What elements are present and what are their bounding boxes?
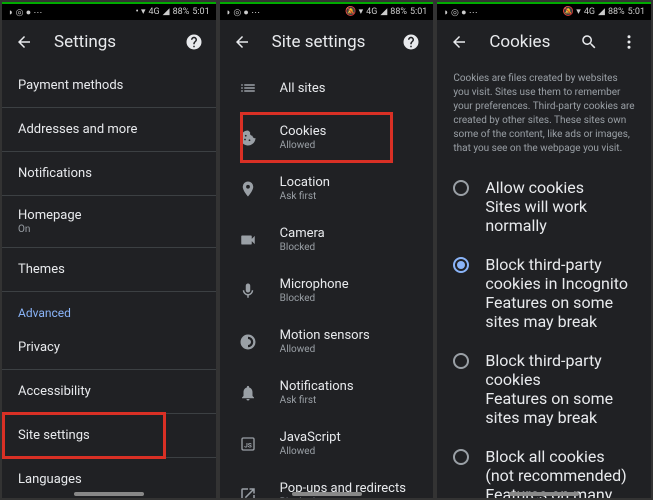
item-sublabel: Allowed [280,140,327,151]
status-bar: ◗ ◎ ● ⋯ • ▾ 4G ◢ 88% 5:01 [2,2,216,20]
page-title: Site settings [272,32,382,52]
motion-icon [236,330,260,354]
item-sublabel: Blocked [280,242,325,253]
cookie-option[interactable]: Block third-party cookies in IncognitoFe… [437,245,651,341]
list-item[interactable]: HomepageOn [2,196,216,248]
help-icon[interactable] [401,32,421,52]
item-label: Location [280,175,330,190]
cookie-option[interactable]: Block third-party cookiesFeatures on som… [437,341,651,437]
radio-button[interactable] [453,257,469,273]
advanced-label: Advanced [2,292,216,326]
list-item[interactable]: Notifications [2,152,216,196]
cookie-icon [236,126,260,150]
settings-list: Payment methods Addresses and more Notific… [2,64,216,498]
more-icon[interactable] [619,32,639,52]
search-icon[interactable] [579,32,599,52]
help-icon[interactable] [184,32,204,52]
list-item[interactable]: Themes [2,248,216,292]
back-icon[interactable] [232,32,252,52]
option-label: Block third-party cookies [485,351,635,389]
bell-icon [236,381,260,405]
item-label: Motion sensors [280,328,370,343]
item-label: Notifications [18,166,92,181]
item-label: Themes [18,262,65,277]
option-label: Allow cookies [485,178,635,197]
item-label: Privacy [18,340,60,355]
site-settings-screen: ◗ ◎ ● ⋯ 🔕 ▾ 4G ◢ 88% 5:01 Site settings … [220,2,434,498]
site-setting-item[interactable]: LocationAsk first [220,163,434,214]
item-label: Accessibility [18,384,91,399]
site-setting-item[interactable]: Motion sensorsAllowed [220,316,434,367]
radio-button[interactable] [453,180,469,196]
item-sublabel: On [18,224,82,235]
item-label: All sites [280,81,326,96]
item-label: Microphone [280,277,349,292]
camera-icon [236,228,260,252]
cookies-description: Cookies are files created by websites yo… [437,64,651,168]
site-setting-item[interactable]: CookiesAllowed [220,112,434,163]
option-sublabel: Sites will work normally [485,197,635,235]
mic-icon [236,279,260,303]
site-setting-item[interactable]: NotificationsAsk first [220,367,434,418]
cookie-option[interactable]: Block all cookies (not recommended)Featu… [437,437,651,498]
option-sublabel: Features on some sites may break [485,389,635,427]
header: Settings [2,20,216,64]
item-label: Camera [280,226,325,241]
list-item[interactable]: Accessibility [2,370,216,414]
item-sublabel: Allowed [280,446,341,457]
header: Cookies [437,20,651,64]
site-settings-list: All sitesCookiesAllowedLocationAsk first… [220,64,434,498]
header: Site settings [220,20,434,64]
item-label: Homepage [18,208,82,223]
list-icon [236,76,260,100]
item-label: Cookies [280,124,327,139]
cookies-screen: ◗ ◎ ● ⋯ 🔕 ▾ 4G ◢ 88% 5:01 Cookies Cookie… [437,2,651,498]
item-label: Site settings [18,428,90,443]
cookies-options: Allow cookiesSites will work normallyBlo… [437,168,651,498]
site-setting-item[interactable]: All sites [220,64,434,112]
list-item[interactable]: Site settings [2,414,216,458]
nav-pill [292,492,362,496]
svg-text:JS: JS [244,441,252,449]
settings-screen: ◗ ◎ ● ⋯ • ▾ 4G ◢ 88% 5:01 Settings Payme… [2,2,216,498]
page-title: Cookies [489,32,559,52]
popup-icon [236,483,260,499]
option-label: Block third-party cookies in Incognito [485,255,635,293]
item-label: Languages [18,472,82,487]
nav-pill [74,492,144,496]
site-setting-item[interactable]: CameraBlocked [220,214,434,265]
item-sublabel: Blocked [280,293,349,304]
back-icon[interactable] [449,32,469,52]
radio-button[interactable] [453,353,469,369]
list-item[interactable]: Payment methods [2,64,216,108]
option-label: Block all cookies (not recommended) [485,447,635,485]
site-setting-item[interactable]: MicrophoneBlocked [220,265,434,316]
item-sublabel: Ask first [280,191,330,202]
item-sublabel: Blocked [280,497,406,498]
list-item[interactable]: Addresses and more [2,108,216,152]
back-icon[interactable] [14,32,34,52]
option-sublabel: Features on some sites may break [485,293,635,331]
item-label: JavaScript [280,430,341,445]
status-bar: ◗ ◎ ● ⋯ 🔕 ▾ 4G ◢ 88% 5:01 [220,2,434,20]
item-sublabel: Ask first [280,395,354,406]
item-label: Payment methods [18,78,123,93]
item-label: Notifications [280,379,354,394]
radio-button[interactable] [453,449,469,465]
site-setting-item[interactable]: JS JavaScriptAllowed [220,418,434,469]
cookie-option[interactable]: Allow cookiesSites will work normally [437,168,651,245]
js-icon: JS [236,432,260,456]
item-label: Addresses and more [18,122,137,137]
list-item[interactable]: Privacy [2,326,216,370]
nav-pill [509,492,579,496]
page-title: Settings [54,32,164,52]
item-sublabel: Allowed [280,344,370,355]
location-icon [236,177,260,201]
status-bar: ◗ ◎ ● ⋯ 🔕 ▾ 4G ◢ 88% 5:01 [437,2,651,20]
